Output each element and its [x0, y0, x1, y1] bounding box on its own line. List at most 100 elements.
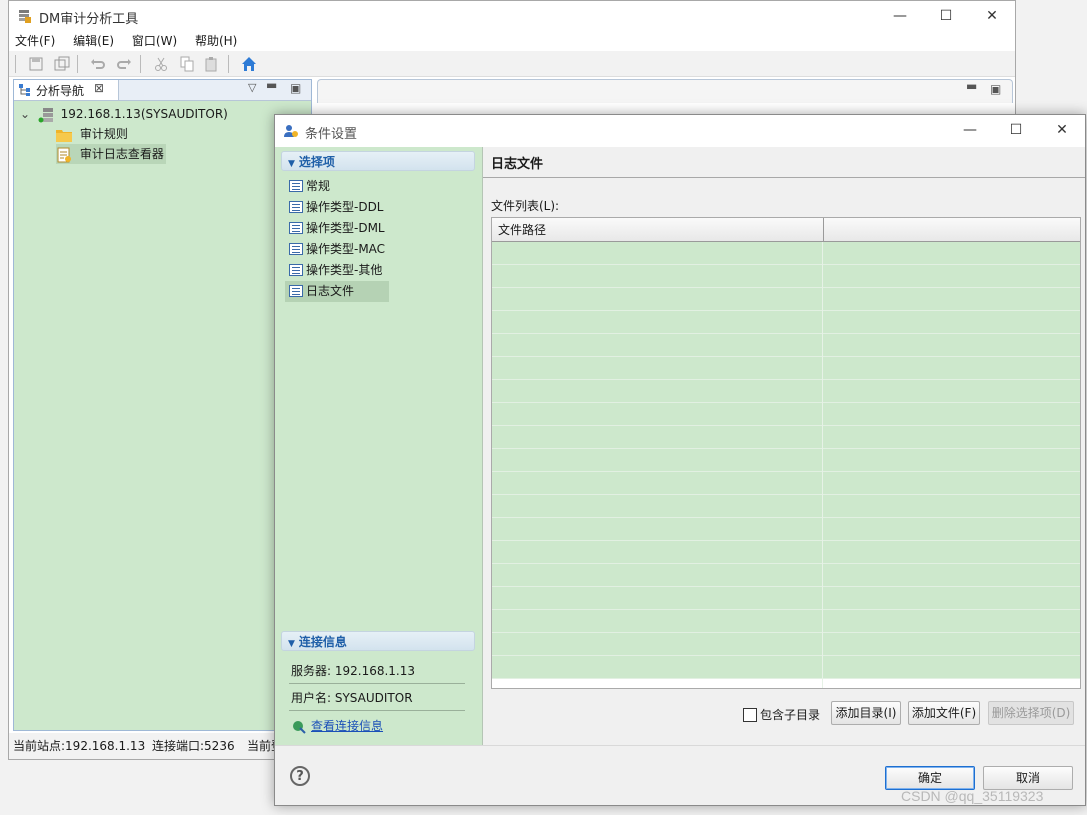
- cancel-button[interactable]: 取消: [983, 766, 1073, 790]
- maximize-editor-icon[interactable]: ▣: [990, 82, 1001, 96]
- editor-area-tabbar: ▬ ▣: [317, 79, 1013, 103]
- audit-rules-label: 审计规则: [79, 127, 128, 141]
- table-row[interactable]: [492, 610, 1080, 633]
- audit-log-viewer-label: 审计日志查看器: [79, 147, 164, 161]
- redo-icon[interactable]: [115, 56, 133, 72]
- option-mac[interactable]: 操作类型-MAC: [285, 239, 475, 260]
- include-subdir-label: 包含子目录: [760, 708, 821, 722]
- dialog-title-bar: 条件设置 — ☐ ✕: [275, 115, 1085, 147]
- paste-icon[interactable]: [203, 56, 221, 72]
- chevron-down-icon[interactable]: ⌄: [20, 104, 34, 124]
- collapse-triangle-icon[interactable]: ▼: [288, 639, 295, 649]
- copy-icon[interactable]: [178, 56, 196, 72]
- table-row[interactable]: [492, 265, 1080, 288]
- option-label: 操作类型-DDL: [306, 200, 384, 214]
- table-row[interactable]: [492, 288, 1080, 311]
- view-connection-link[interactable]: 查看连接信息: [291, 717, 383, 735]
- maximize-icon[interactable]: ☐: [923, 1, 969, 31]
- view-connection-link-text[interactable]: 查看连接信息: [311, 719, 383, 733]
- status-site: 当前站点:192.168.1.13: [13, 739, 146, 753]
- table-row[interactable]: [492, 633, 1080, 656]
- table-row[interactable]: [492, 564, 1080, 587]
- list-icon: [289, 200, 303, 213]
- table-row[interactable]: [492, 656, 1080, 679]
- menu-bar: 文件(F) 编辑(E) 窗口(W) 帮助(H): [9, 31, 1015, 51]
- connection-section-header[interactable]: ▼ 连接信息: [281, 631, 475, 651]
- table-row[interactable]: [492, 426, 1080, 449]
- option-ddl[interactable]: 操作类型-DDL: [285, 197, 475, 218]
- table-row[interactable]: [492, 518, 1080, 541]
- table-row[interactable]: [492, 449, 1080, 472]
- column-divider: [822, 242, 823, 688]
- add-file-button[interactable]: 添加文件(F): [908, 701, 980, 725]
- delete-selection-button[interactable]: 删除选择项(D): [988, 701, 1074, 725]
- file-list-table[interactable]: 文件路径: [491, 217, 1081, 689]
- option-general[interactable]: 常规: [285, 176, 475, 197]
- menu-file[interactable]: 文件(F): [15, 34, 55, 48]
- server-db-icon: [38, 107, 53, 122]
- menu-help[interactable]: 帮助(H): [195, 34, 237, 48]
- option-log-file[interactable]: 日志文件: [285, 281, 389, 302]
- table-row[interactable]: [492, 357, 1080, 380]
- minimize-icon[interactable]: —: [947, 115, 993, 145]
- table-row[interactable]: [492, 311, 1080, 334]
- maximize-view-icon[interactable]: ▣: [290, 81, 301, 95]
- user-info: 用户名: SYSAUDITOR: [291, 691, 413, 705]
- column-header-file-path[interactable]: 文件路径: [492, 218, 824, 242]
- table-body: [492, 242, 1080, 688]
- menu-window[interactable]: 窗口(W): [132, 34, 177, 48]
- table-row[interactable]: [492, 403, 1080, 426]
- include-subdirectory-option[interactable]: 包含子目录: [743, 706, 820, 723]
- option-dml[interactable]: 操作类型-DML: [285, 218, 475, 239]
- table-row[interactable]: [492, 495, 1080, 518]
- folder-icon: [56, 129, 72, 142]
- page-title: 日志文件: [491, 157, 544, 172]
- list-icon: [289, 221, 303, 234]
- page-header: 日志文件: [483, 147, 1085, 178]
- minimize-editor-icon[interactable]: ▬: [966, 79, 977, 93]
- option-label: 操作类型-其他: [306, 263, 383, 277]
- add-directory-button[interactable]: 添加目录(I): [831, 701, 901, 725]
- maximize-icon[interactable]: ☐: [993, 115, 1039, 145]
- save-all-icon[interactable]: [53, 56, 71, 72]
- view-menu-icon[interactable]: ▽: [248, 81, 256, 94]
- database-app-icon: [19, 10, 31, 23]
- table-row[interactable]: [492, 541, 1080, 564]
- include-subdir-checkbox[interactable]: [743, 707, 757, 722]
- help-icon[interactable]: ?: [290, 766, 310, 786]
- main-title-bar: DM审计分析工具 — ☐ ✕: [9, 1, 1015, 31]
- minimize-view-icon[interactable]: ▬: [266, 78, 277, 92]
- dialog-options-pane: ▼ 选择项 常规 操作类型-DDL 操作类型-DML 操作类型-MAC 操作类型-…: [275, 147, 483, 745]
- table-row[interactable]: [492, 242, 1080, 265]
- save-icon[interactable]: [27, 56, 45, 72]
- collapse-triangle-icon[interactable]: ▼: [288, 159, 295, 169]
- cut-icon[interactable]: [152, 56, 170, 72]
- table-row[interactable]: [492, 472, 1080, 495]
- close-icon[interactable]: ✕: [969, 1, 1015, 31]
- dialog-content-pane: 日志文件 文件列表(L): 文件路径 包含子目录 添加目录(I) 添加文件(F)…: [483, 147, 1085, 745]
- option-label: 操作类型-MAC: [306, 242, 386, 256]
- tree-node-server[interactable]: ⌄ 192.168.1.13(SYSAUDITOR): [20, 104, 228, 124]
- tab-analysis-navigator[interactable]: 分析导航 ⊠: [14, 80, 119, 100]
- tree-node-audit-log-viewer[interactable]: 审计日志查看器: [56, 144, 166, 164]
- undo-icon[interactable]: [89, 56, 107, 72]
- options-section-header[interactable]: ▼ 选择项: [281, 151, 475, 171]
- table-row[interactable]: [492, 380, 1080, 403]
- menu-edit[interactable]: 编辑(E): [73, 34, 114, 48]
- column-header-empty[interactable]: [824, 218, 1080, 242]
- tree-node-audit-rules[interactable]: 审计规则: [56, 124, 128, 144]
- home-icon[interactable]: [240, 56, 258, 72]
- option-label: 操作类型-DML: [306, 221, 385, 235]
- minimize-icon[interactable]: —: [877, 1, 923, 31]
- toolbar-separator: [139, 55, 141, 73]
- table-row[interactable]: [492, 334, 1080, 357]
- close-icon[interactable]: ✕: [1039, 115, 1085, 145]
- analysis-navigator-panel: 分析导航 ⊠ ▽ ▬ ▣ ⌄ 192.168.1.13(SYSAUDITOR) …: [13, 78, 312, 731]
- navigator-tab-label: 分析导航: [36, 84, 85, 98]
- option-other[interactable]: 操作类型-其他: [285, 260, 475, 281]
- toolbar-separator: [77, 55, 79, 73]
- dialog-title: 条件设置: [305, 127, 358, 142]
- ok-button[interactable]: 确定: [885, 766, 975, 790]
- close-tab-icon[interactable]: ⊠: [94, 81, 104, 95]
- table-row[interactable]: [492, 587, 1080, 610]
